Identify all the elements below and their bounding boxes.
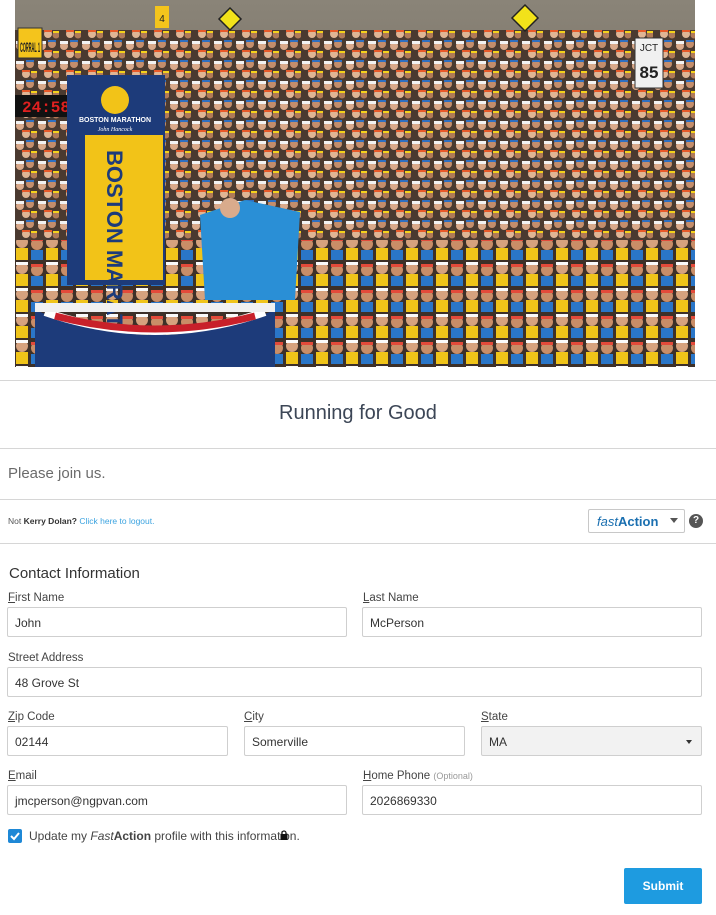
divider [0, 543, 716, 544]
user-name: Kerry Dolan? [23, 516, 77, 526]
page-title: Running for Good [279, 402, 437, 424]
not-user-notice: Not Kerry Dolan? Click here to logout. [8, 516, 154, 526]
hero-photo: JCT 85 4 CORRAL 1 24:58 BOSTON MARATHON … [15, 0, 695, 367]
email-label: Email [8, 770, 37, 782]
state-value: MA [489, 735, 507, 749]
intro-text: Please join us. [8, 465, 106, 482]
street-address-input[interactable]: 48 Grove St [7, 667, 702, 697]
last-name-input[interactable]: McPerson [362, 607, 702, 637]
help-icon[interactable]: ? [689, 514, 703, 528]
chevron-down-icon [686, 740, 692, 744]
chevron-down-icon [670, 518, 678, 523]
street-address-label: Street Address [8, 652, 84, 664]
lock-icon [280, 830, 288, 840]
race-clock: 24:58 [22, 99, 70, 117]
state-select[interactable]: MA [481, 726, 702, 756]
fastaction-action: Action [617, 514, 659, 529]
divider [0, 448, 716, 449]
corral-sign: CORRAL 1 [20, 39, 40, 55]
banner-brand: BOSTON MARATHON [79, 117, 151, 124]
section-title: Contact Information [9, 565, 140, 582]
city-label: City [244, 711, 264, 723]
route-sign-number: 85 [640, 63, 659, 82]
last-name-label: Last Name [363, 592, 419, 604]
update-profile-label: Update my FastAction profile with this i… [29, 829, 300, 843]
home-phone-input[interactable]: 2026869330 [362, 785, 702, 815]
not-prefix: Not [8, 516, 22, 526]
divider [0, 380, 716, 381]
route-sign-top: JCT [640, 43, 658, 54]
update-profile-checkbox[interactable] [8, 829, 22, 843]
email-input[interactable]: jmcperson@ngpvan.com [7, 785, 347, 815]
city-input[interactable]: Somerville [244, 726, 465, 756]
state-label: State [481, 711, 508, 723]
checkmark-icon [10, 832, 20, 841]
small-sign: 4 [159, 14, 165, 25]
fastaction-dropdown[interactable]: fastAction [588, 509, 685, 533]
logout-link[interactable]: Click here to logout. [79, 516, 154, 526]
zip-code-label: Zip Code [8, 711, 55, 723]
divider [0, 499, 716, 500]
optional-hint: (Optional) [433, 771, 473, 781]
fastaction-fast: fast [597, 514, 618, 529]
first-name-label: First Name [8, 592, 65, 604]
first-name-input[interactable]: John [7, 607, 347, 637]
zip-code-input[interactable]: 02144 [7, 726, 228, 756]
submit-button[interactable]: Submit [624, 868, 702, 904]
home-phone-label: Home Phone (Optional) [363, 770, 473, 782]
banner-sponsor: John Hancock [98, 127, 133, 133]
